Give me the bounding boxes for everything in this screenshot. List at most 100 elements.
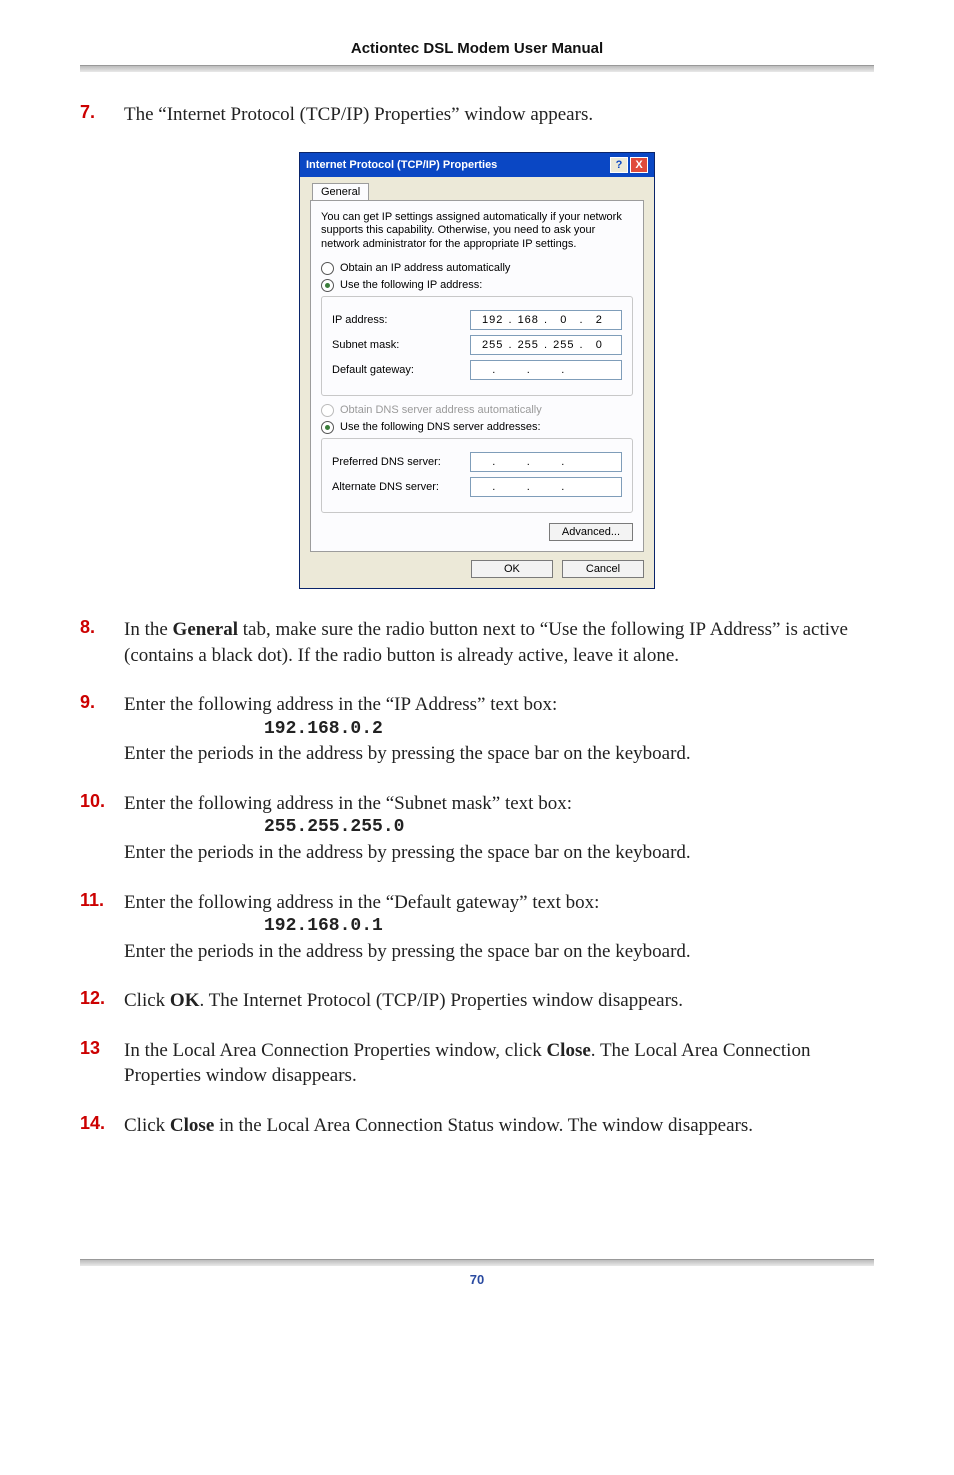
step-8-number: 8. — [80, 617, 124, 668]
ip-group: IP address: 192. 168. 0. 2 Subnet mask: — [321, 296, 633, 396]
step-12: 12. Click OK. The Internet Protocol (TCP… — [80, 988, 874, 1014]
t: in the Local Area Connection Status wind… — [214, 1115, 753, 1136]
radio-icon — [321, 262, 334, 275]
label-ip-address: IP address: — [332, 314, 470, 326]
radio-obtain-dns-auto-label: Obtain DNS server address automatically — [340, 404, 542, 416]
step-10: 10. Enter the following address in the “… — [80, 791, 874, 866]
step-14-text: Click Close in the Local Area Connection… — [124, 1113, 874, 1139]
t: Close — [170, 1115, 214, 1136]
radio-use-following-dns[interactable]: Use the following DNS server addresses: — [321, 421, 633, 434]
step-10-text: Enter the following address in the “Subn… — [124, 791, 874, 866]
radio-use-following-dns-label: Use the following DNS server addresses: — [340, 421, 541, 433]
header-rule — [80, 65, 874, 72]
radio-use-following-ip-label: Use the following IP address: — [340, 279, 482, 291]
code-ip-address: 192.168.0.2 — [264, 718, 874, 741]
code-subnet-mask: 255.255.255.0 — [264, 816, 874, 839]
ip-oct-4: 2 — [584, 314, 615, 326]
t: Address” text box: — [411, 694, 557, 715]
t: IP — [394, 694, 411, 715]
step-10-number: 10. — [80, 791, 124, 866]
page-number: 70 — [80, 1272, 874, 1287]
tcpip-dialog-screenshot: Internet Protocol (TCP/IP) Properties ? … — [80, 152, 874, 589]
t: OK — [170, 990, 200, 1011]
step-13: 13 In the Local Area Connection Properti… — [80, 1038, 874, 1089]
dialog-title-text: Internet Protocol (TCP/IP) Properties — [306, 159, 497, 171]
step-13-number: 13 — [80, 1038, 124, 1089]
step-11-text: Enter the following address in the “Defa… — [124, 890, 874, 965]
advanced-button[interactable]: Advanced... — [549, 523, 633, 541]
radio-obtain-ip-auto[interactable]: Obtain an IP address automatically — [321, 262, 633, 275]
label-subnet-mask: Subnet mask: — [332, 339, 470, 351]
t: tab, make sure the radio button next to … — [238, 619, 689, 640]
dialog-titlebar: Internet Protocol (TCP/IP) Properties ? … — [300, 153, 654, 177]
sn-oct-2: 255 — [513, 339, 544, 351]
cancel-button[interactable]: Cancel — [562, 560, 644, 578]
tab-general[interactable]: General — [312, 183, 369, 200]
step-8: 8. In the General tab, make sure the rad… — [80, 617, 874, 668]
step-8-text: In the General tab, make sure the radio … — [124, 617, 874, 668]
step-7-tcpip: TCP/IP — [306, 104, 363, 125]
step-7-a: The “Internet Protocol ( — [124, 104, 306, 125]
footer-rule — [80, 1259, 874, 1266]
t: In the Local Area Connection Properties … — [124, 1040, 546, 1061]
input-preferred-dns[interactable]: ... — [470, 452, 622, 472]
ip-oct-2: 168 — [513, 314, 544, 326]
t: Enter the following address in the “Subn… — [124, 793, 572, 814]
code-default-gateway: 192.168.0.1 — [264, 915, 874, 938]
step-7-b: ) Properties” window appears. — [363, 104, 593, 125]
sn-oct-3: 255 — [548, 339, 579, 351]
ok-button[interactable]: OK — [471, 560, 553, 578]
t: IP — [689, 619, 706, 640]
dns-group: Preferred DNS server: ... Alternate DNS … — [321, 438, 633, 513]
input-ip-address[interactable]: 192. 168. 0. 2 — [470, 310, 622, 330]
step-7-number: 7. — [80, 102, 124, 128]
sn-oct-1: 255 — [477, 339, 508, 351]
step-7-text: The “Internet Protocol (TCP/IP) Properti… — [124, 102, 874, 128]
ip-oct-3: 0 — [548, 314, 579, 326]
t: TCP/IP — [382, 990, 439, 1011]
step-9: 9. Enter the following address in the “I… — [80, 692, 874, 767]
t: Close — [546, 1040, 590, 1061]
gw-oct-1: . — [477, 364, 512, 376]
tcpip-dialog: Internet Protocol (TCP/IP) Properties ? … — [299, 152, 655, 589]
dialog-help-button[interactable]: ? — [610, 157, 628, 173]
t: Click — [124, 1115, 170, 1136]
t: ) Properties window disappears. — [439, 990, 683, 1011]
t: In the — [124, 619, 173, 640]
t: General — [173, 619, 238, 640]
step-13-text: In the Local Area Connection Properties … — [124, 1038, 874, 1089]
step-11-number: 11. — [80, 890, 124, 965]
step-7: 7. The “Internet Protocol (TCP/IP) Prope… — [80, 102, 874, 128]
radio-icon — [321, 421, 334, 434]
t: Enter the following address in the “Defa… — [124, 892, 599, 913]
label-preferred-dns: Preferred DNS server: — [332, 456, 470, 468]
dialog-description: You can get IP settings assigned automat… — [321, 211, 633, 252]
radio-icon — [321, 279, 334, 292]
radio-obtain-ip-auto-label: Obtain an IP address automatically — [340, 262, 510, 274]
gw-oct-2: . — [512, 364, 547, 376]
t: Enter the periods in the address by pres… — [124, 941, 691, 962]
page-header: Actiontec DSL Modem User Manual — [80, 40, 874, 65]
dialog-panel: You can get IP settings assigned automat… — [310, 200, 644, 552]
sn-oct-4: 0 — [584, 339, 615, 351]
input-subnet-mask[interactable]: 255. 255. 255. 0 — [470, 335, 622, 355]
radio-icon — [321, 404, 334, 417]
ip-oct-1: 192 — [477, 314, 508, 326]
step-14: 14. Click Close in the Local Area Connec… — [80, 1113, 874, 1139]
t: Enter the following address in the “ — [124, 694, 394, 715]
t: Enter the periods in the address by pres… — [124, 743, 691, 764]
step-9-number: 9. — [80, 692, 124, 767]
t: Enter the periods in the address by pres… — [124, 842, 691, 863]
step-12-number: 12. — [80, 988, 124, 1014]
step-11: 11. Enter the following address in the “… — [80, 890, 874, 965]
radio-obtain-dns-auto: Obtain DNS server address automatically — [321, 404, 633, 417]
step-12-text: Click OK. The Internet Protocol (TCP/IP)… — [124, 988, 874, 1014]
t: . The Internet Protocol ( — [199, 990, 382, 1011]
step-9-text: Enter the following address in the “IP A… — [124, 692, 874, 767]
input-alternate-dns[interactable]: ... — [470, 477, 622, 497]
radio-use-following-ip[interactable]: Use the following IP address: — [321, 279, 633, 292]
t: Click — [124, 990, 170, 1011]
label-default-gateway: Default gateway: — [332, 364, 470, 376]
input-default-gateway[interactable]: . . . — [470, 360, 622, 380]
dialog-close-button[interactable]: X — [630, 157, 648, 173]
